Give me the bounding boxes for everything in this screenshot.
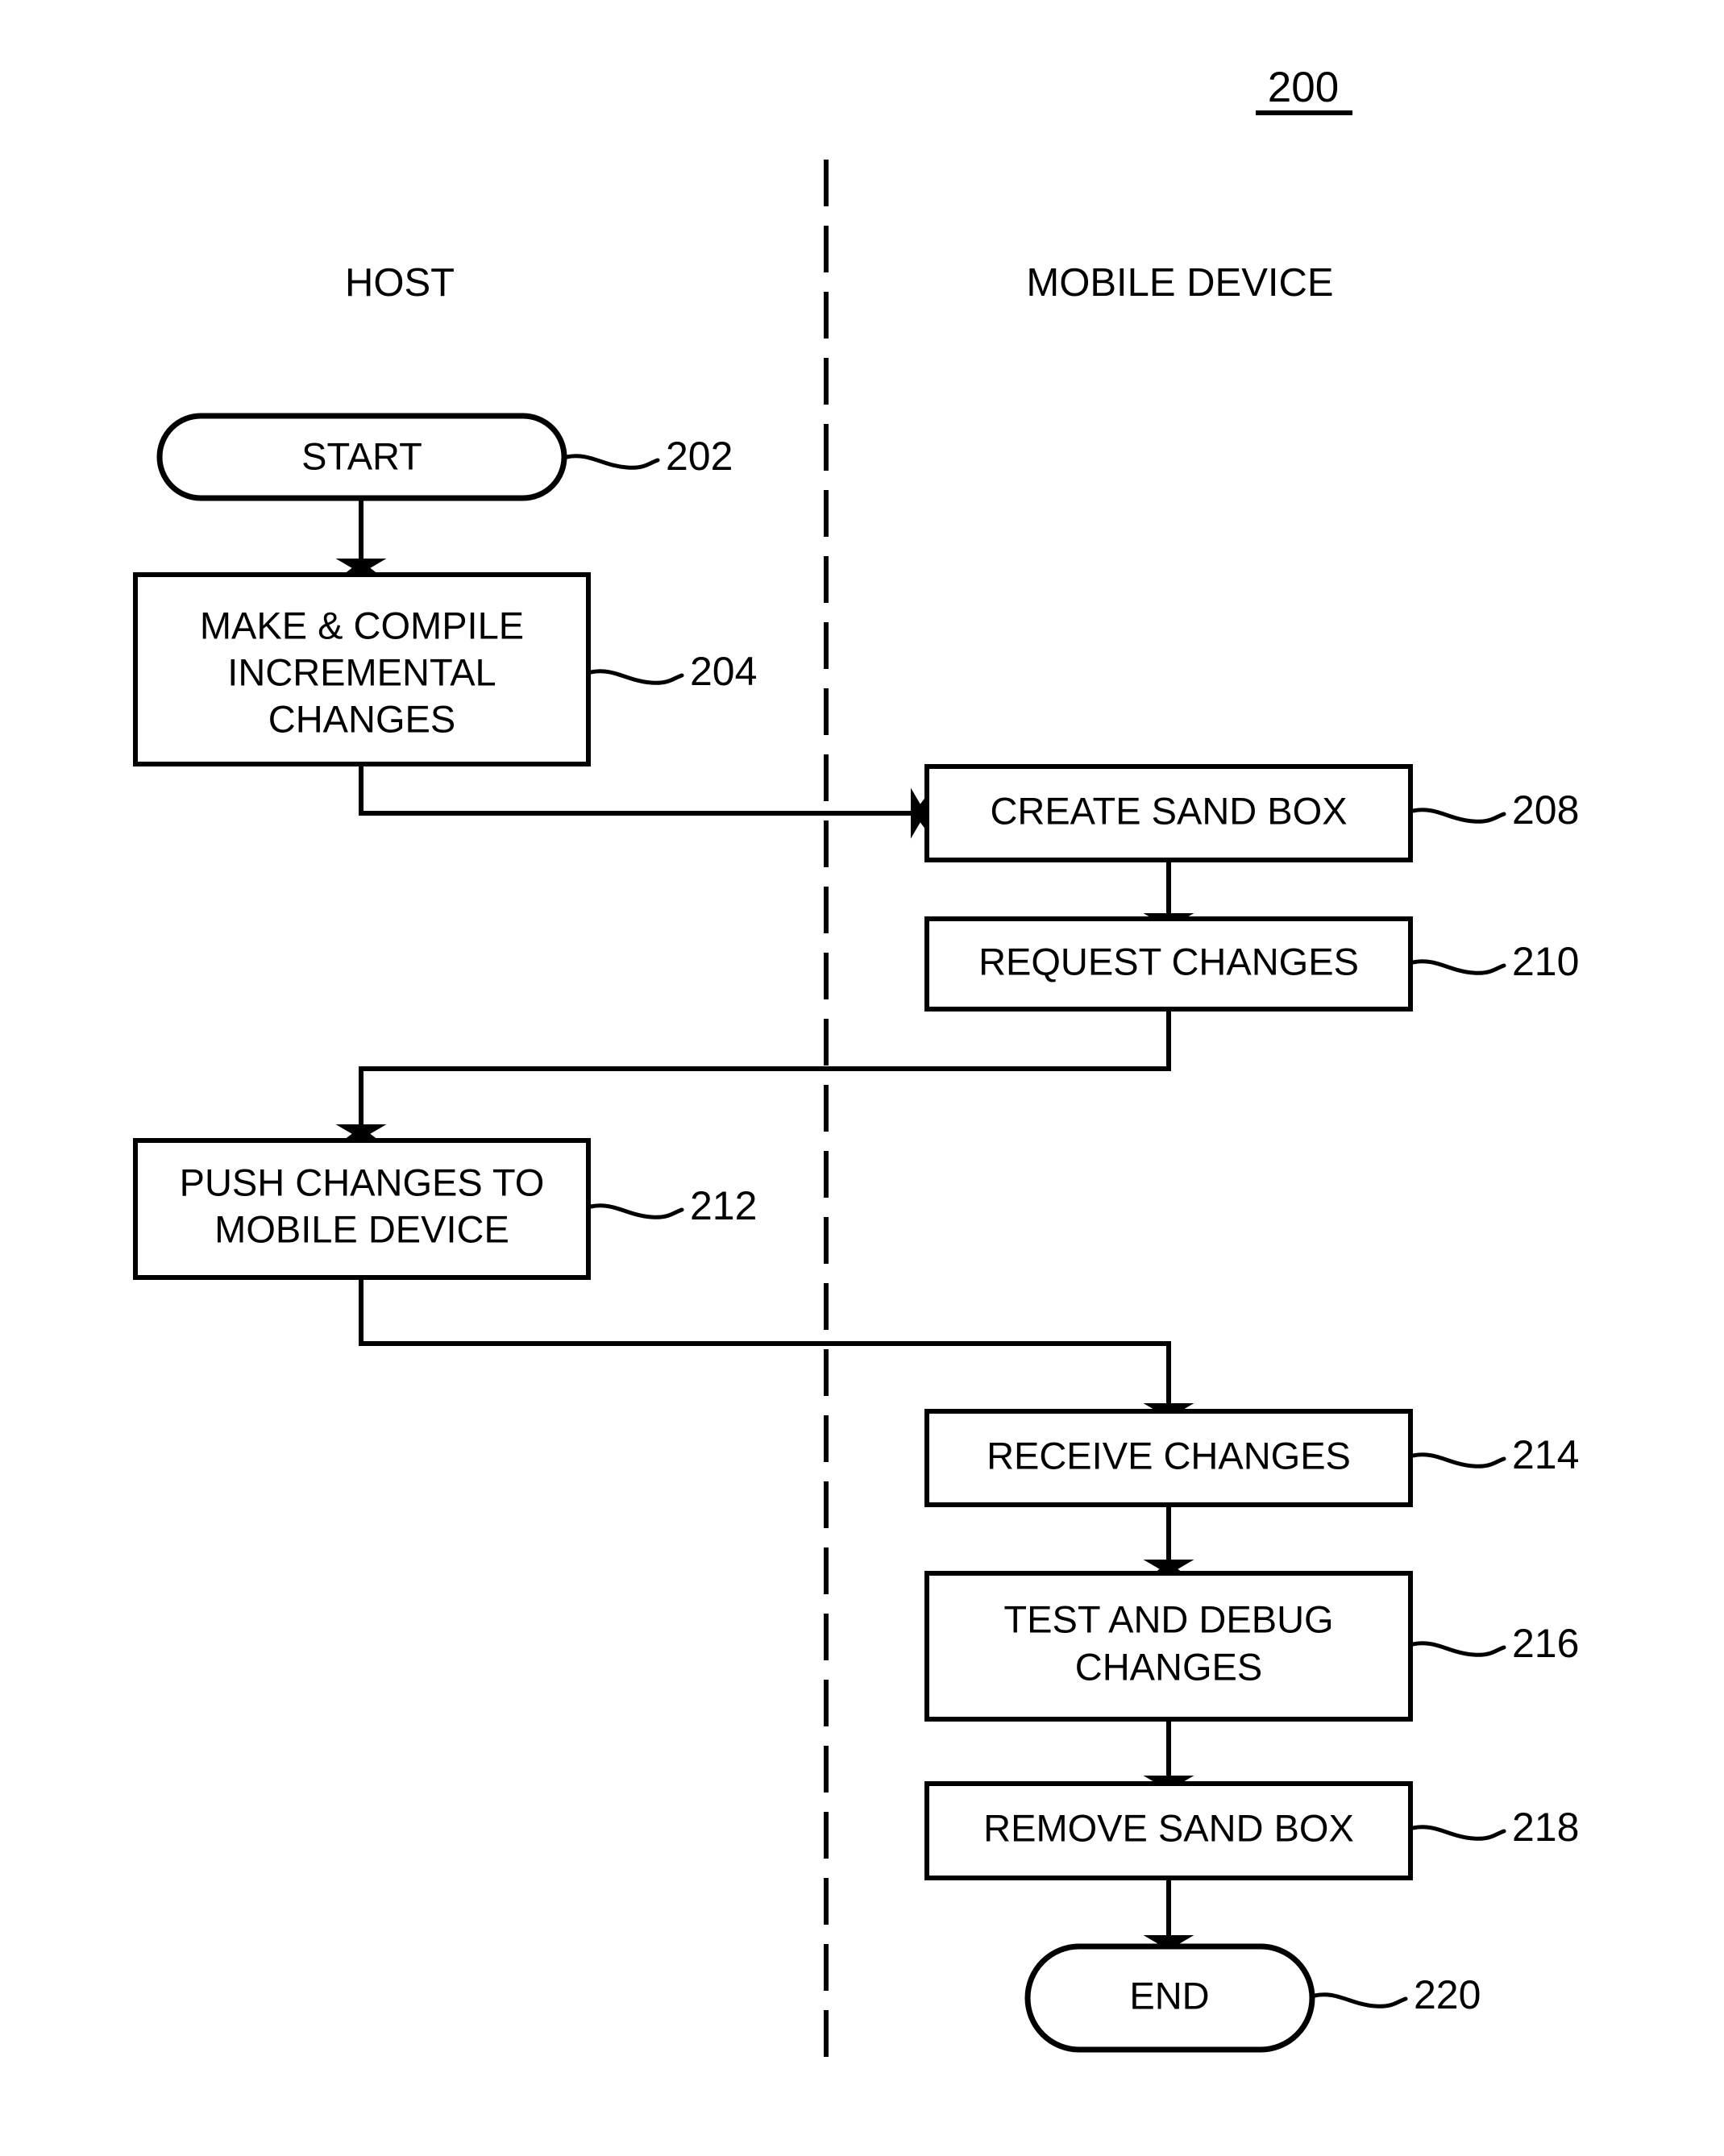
node-push-changes[interactable]: PUSH CHANGES TO MOBILE DEVICE	[133, 1138, 591, 1280]
ref-leader-220: 220	[1312, 1972, 1481, 2017]
patent-figure: 200 HOST MOBILE DEVICE START 202 MAKE & …	[0, 0, 1724, 2156]
ref-leader-204: 204	[588, 649, 757, 694]
node-remove-sandbox-label: REMOVE SAND BOX	[983, 1806, 1354, 1849]
node-test-debug[interactable]: TEST AND DEBUG CHANGES	[924, 1571, 1413, 1722]
ref-number-220: 220	[1414, 1972, 1481, 2017]
ref-number-216: 216	[1512, 1621, 1579, 1666]
edge-make-compile-to-create-sandbox	[359, 764, 933, 839]
ref-leader-214: 214	[1410, 1432, 1579, 1477]
node-start[interactable]: START	[156, 413, 567, 501]
ref-leader-218: 218	[1410, 1805, 1579, 1850]
figure-number-text: 200	[1268, 64, 1339, 111]
node-receive-changes-label: RECEIVE CHANGES	[987, 1434, 1351, 1477]
node-make-compile-label-line2: INCREMENTAL	[227, 650, 496, 693]
node-push-changes-label-line2: MOBILE DEVICE	[214, 1207, 509, 1250]
node-make-compile-label-line3: CHANGES	[268, 697, 455, 740]
ref-leader-210: 210	[1410, 939, 1579, 984]
node-create-sandbox-label: CREATE SAND BOX	[990, 789, 1347, 832]
ref-leader-line-218	[1410, 1825, 1506, 1841]
node-request-changes-label: REQUEST CHANGES	[978, 940, 1359, 982]
node-end[interactable]: END	[1024, 1943, 1315, 2053]
lane-title-mobile-device: MOBILE DEVICE	[1026, 261, 1333, 305]
ref-leader-216: 216	[1410, 1621, 1579, 1666]
node-create-sandbox[interactable]: CREATE SAND BOX	[924, 764, 1413, 862]
ref-number-208: 208	[1512, 787, 1579, 833]
ref-leader-line-214	[1410, 1452, 1506, 1468]
ref-leader-line-216	[1410, 1641, 1506, 1657]
flowchart-canvas: 200 HOST MOBILE DEVICE START 202 MAKE & …	[133, 64, 1579, 2065]
ref-number-218: 218	[1512, 1805, 1579, 1850]
ref-leader-212: 212	[588, 1183, 757, 1228]
node-make-compile[interactable]: MAKE & COMPILE INCREMENTAL CHANGES	[133, 572, 591, 766]
ref-leader-line-208	[1410, 808, 1506, 824]
ref-leader-line-210	[1410, 959, 1506, 975]
ref-number-202: 202	[666, 434, 733, 479]
figure-number: 200	[1256, 64, 1352, 115]
ref-number-214: 214	[1512, 1432, 1579, 1477]
node-start-label: START	[301, 434, 422, 477]
ref-leader-208: 208	[1410, 787, 1579, 833]
ref-number-210: 210	[1512, 939, 1579, 984]
ref-leader-line-202	[564, 454, 660, 470]
edge-request-changes-to-push-changes	[335, 1009, 1171, 1147]
ref-leader-line-212	[588, 1203, 684, 1219]
edge-push-changes-to-receive-changes	[359, 1277, 1194, 1426]
ref-number-212: 212	[690, 1183, 757, 1228]
lane-title-host: HOST	[345, 261, 455, 305]
ref-leader-line-204	[588, 669, 684, 685]
ref-leader-line-220	[1312, 1992, 1408, 2009]
node-receive-changes[interactable]: RECEIVE CHANGES	[924, 1409, 1413, 1507]
ref-leader-202: 202	[564, 434, 733, 479]
node-end-label: END	[1129, 1974, 1209, 2017]
ref-number-204: 204	[690, 649, 757, 694]
node-request-changes[interactable]: REQUEST CHANGES	[924, 916, 1413, 1012]
node-remove-sandbox[interactable]: REMOVE SAND BOX	[924, 1781, 1413, 1880]
node-make-compile-label-line1: MAKE & COMPILE	[200, 604, 524, 646]
node-test-debug-label-line1: TEST AND DEBUG	[1003, 1597, 1333, 1640]
node-test-debug-label-line2: CHANGES	[1075, 1645, 1262, 1688]
node-push-changes-label-line1: PUSH CHANGES TO	[180, 1161, 545, 1203]
